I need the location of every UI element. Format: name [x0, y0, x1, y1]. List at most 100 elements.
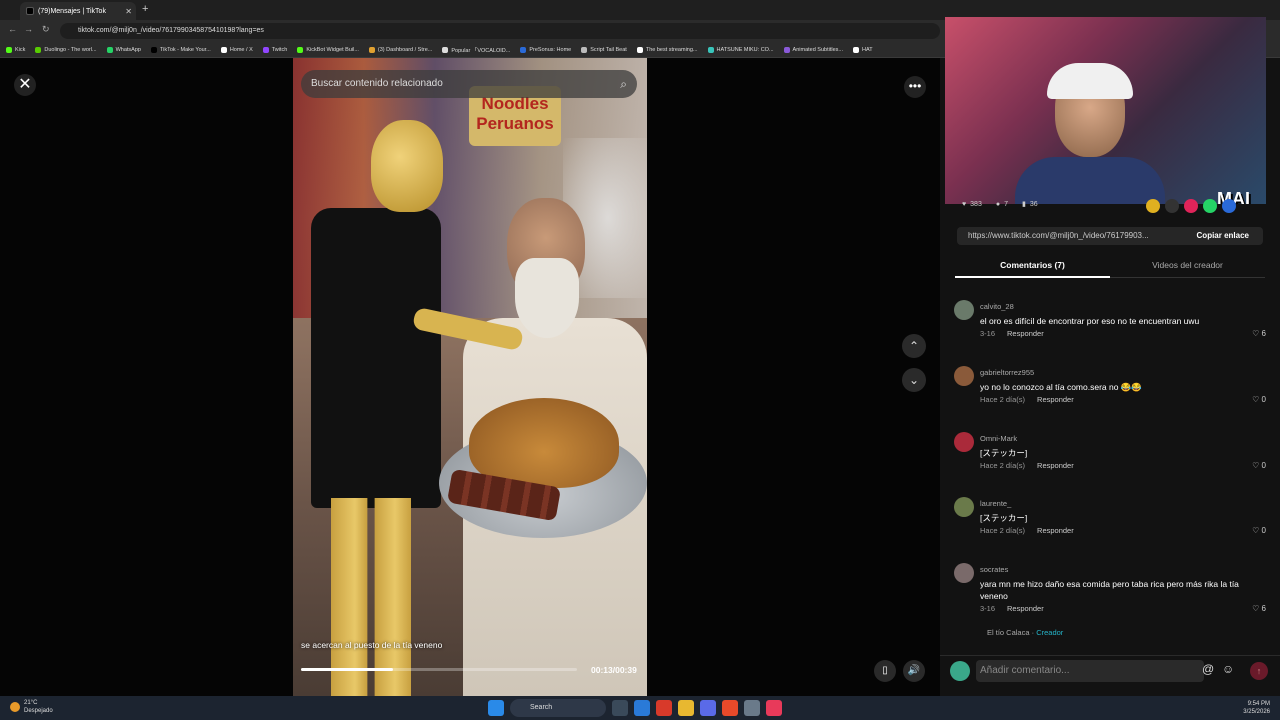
comment-username[interactable]: gabrieltorrez955	[980, 368, 1034, 377]
mini-player-icon[interactable]: ▯	[874, 660, 896, 682]
volume-icon[interactable]: 🔊	[903, 660, 925, 682]
system-clock[interactable]: 9:54 PM 3/25/2026	[1243, 700, 1270, 716]
comment-meta: 3-16 Responder	[980, 604, 1044, 613]
bookmark-item[interactable]: Duolingo - The worl...	[35, 46, 97, 53]
comment-avatar[interactable]	[954, 432, 974, 452]
comment-like[interactable]: ♡ 0	[1252, 526, 1266, 535]
taskbar-search[interactable]: Search	[510, 699, 606, 717]
next-video-icon[interactable]: ⌄	[902, 368, 926, 392]
comment-avatar[interactable]	[954, 300, 974, 320]
bookmark-label: KickBot Widget Buil...	[306, 46, 359, 53]
bookmark-item[interactable]: The best streaming...	[636, 46, 698, 53]
url-field[interactable]: tiktok.com/@milj0n_/video/76179903458754…	[60, 23, 940, 39]
comment-username[interactable]: laurente_	[980, 499, 1011, 508]
reply-button[interactable]: Responder	[1037, 526, 1074, 535]
bookmark-label: Twitch	[271, 46, 288, 53]
forward-icon[interactable]: →	[24, 24, 33, 34]
new-tab-icon[interactable]: +	[142, 3, 148, 15]
comment-like[interactable]: ♡ 0	[1252, 395, 1266, 404]
app-icon[interactable]	[656, 700, 672, 716]
bookmark-item[interactable]: WhatsApp	[106, 46, 141, 53]
whatsapp-icon[interactable]	[1203, 199, 1217, 213]
file-explorer-icon[interactable]	[678, 700, 694, 716]
video-player[interactable]: Noodles Peruanos Buscar contenido relaci…	[293, 58, 647, 696]
comment-avatar[interactable]	[954, 563, 974, 583]
comment-text: el oro es difícil de encontrar por eso n…	[980, 316, 1200, 326]
bookmark-item[interactable]: Kick	[6, 46, 25, 53]
comment-username[interactable]: calvito_28	[980, 302, 1014, 311]
mention-icon[interactable]: @	[1202, 662, 1214, 676]
settings-icon[interactable]	[744, 700, 760, 716]
tab-title: (79)Mensajes | TikTok	[38, 7, 106, 15]
reply-button[interactable]: Responder	[1037, 395, 1074, 404]
noodles-image	[469, 398, 619, 488]
close-icon[interactable]: ✕	[14, 74, 36, 96]
search-icon[interactable]: ⌕	[620, 70, 627, 98]
task-view-icon[interactable]	[612, 700, 628, 716]
facebook-icon[interactable]	[1222, 199, 1236, 213]
related-search-placeholder: Buscar contenido relacionado	[311, 78, 443, 89]
bookmark-item[interactable]: HAT	[853, 46, 873, 53]
bookmark-item[interactable]: TikTok - Make Your...	[150, 46, 211, 53]
reply-preview[interactable]: El tío Calaca · Creador	[987, 628, 1063, 637]
reload-icon[interactable]: ↻	[42, 24, 50, 35]
comment-avatar[interactable]	[954, 497, 974, 517]
video-stats: ♥ 383 ● 7 ▮ 36	[962, 200, 1038, 209]
bookmark-item[interactable]: Twitch	[262, 46, 288, 53]
tab-creator-videos[interactable]: Videos del creador	[1110, 260, 1265, 270]
bookmark-item[interactable]: PreSonus: Home	[520, 46, 571, 53]
emoji-icon[interactable]: ☺	[1222, 662, 1234, 676]
golden-skull-image	[371, 120, 443, 212]
weather-widget[interactable]: 21°C Despejado	[10, 699, 53, 715]
bookmark-item[interactable]: HATSUNE MIKU: CO...	[707, 46, 774, 53]
comment-stat[interactable]: ● 7	[996, 200, 1008, 208]
heart-icon: ♥	[962, 200, 967, 208]
bookmark-favicon-icon	[853, 46, 859, 53]
reply-button[interactable]: Responder	[1007, 329, 1044, 338]
send-icon[interactable]	[1184, 199, 1198, 213]
share-link[interactable]: https://www.tiktok.com/@milj0n_/video/76…	[968, 231, 1149, 240]
comment-like[interactable]: ♡ 6	[1252, 329, 1266, 338]
discord-icon[interactable]	[700, 700, 716, 716]
comment-avatar[interactable]	[954, 366, 974, 386]
comment-like[interactable]: ♡ 6	[1252, 604, 1266, 613]
comment-like[interactable]: ♡ 0	[1252, 461, 1266, 470]
streamer-webcam: MAI	[945, 17, 1266, 204]
send-comment-icon[interactable]: ↑	[1250, 662, 1268, 680]
previous-video-icon[interactable]: ⌃	[902, 334, 926, 358]
reply-button[interactable]: Responder	[1037, 461, 1074, 470]
bookmark-item[interactable]: Script Tail Beat	[581, 46, 627, 53]
like-stat[interactable]: ♥ 383	[962, 200, 982, 208]
bookmark-item[interactable]: KickBot Widget Buil...	[297, 46, 359, 53]
comment-date: Hace 2 día(s)	[980, 395, 1026, 404]
bookmark-favicon-icon	[35, 46, 42, 53]
coin-icon[interactable]	[1146, 199, 1160, 213]
bookmark-item[interactable]: Home / X	[220, 46, 253, 53]
add-comment-bar: Añadir comentario... @ ☺ ↑	[940, 655, 1280, 685]
edge-icon[interactable]	[634, 700, 650, 716]
clock-time: 9:54 PM	[1247, 701, 1270, 707]
copy-link-button[interactable]: Copiar enlace	[1183, 227, 1263, 245]
tab-comments[interactable]: Comentarios (7)	[955, 260, 1110, 270]
comment-username[interactable]: socrates	[980, 565, 1008, 574]
bookmark-item[interactable]: Popular 「VOCALOID...	[442, 46, 510, 54]
reply-button[interactable]: Responder	[1007, 604, 1044, 613]
related-search-input[interactable]: Buscar contenido relacionado ⌕	[301, 70, 637, 98]
comment-username[interactable]: Omni-Mark	[980, 434, 1017, 443]
embed-icon[interactable]	[1165, 199, 1179, 213]
user-avatar	[950, 661, 970, 681]
tiktok-favicon-icon	[26, 7, 34, 15]
music-icon[interactable]	[766, 700, 782, 716]
chrome-icon[interactable]	[722, 700, 738, 716]
more-options-icon[interactable]: •••	[904, 76, 926, 98]
back-icon[interactable]: ←	[8, 24, 17, 34]
tab-close-icon[interactable]: ✕	[125, 7, 132, 16]
add-comment-input[interactable]: Añadir comentario...	[976, 660, 1204, 682]
bookmark-item[interactable]: Animated Subtitles...	[783, 46, 843, 53]
save-stat[interactable]: ▮ 36	[1022, 200, 1038, 209]
video-progress-bar[interactable]	[301, 668, 577, 671]
browser-tab[interactable]: (79)Mensajes | TikTok ✕	[20, 2, 136, 20]
video-caption: se acercan al puesto de la tía veneno	[301, 640, 443, 650]
windows-start-icon[interactable]	[488, 700, 504, 716]
bookmark-item[interactable]: (3) Dashboard / Stre...	[368, 46, 432, 53]
